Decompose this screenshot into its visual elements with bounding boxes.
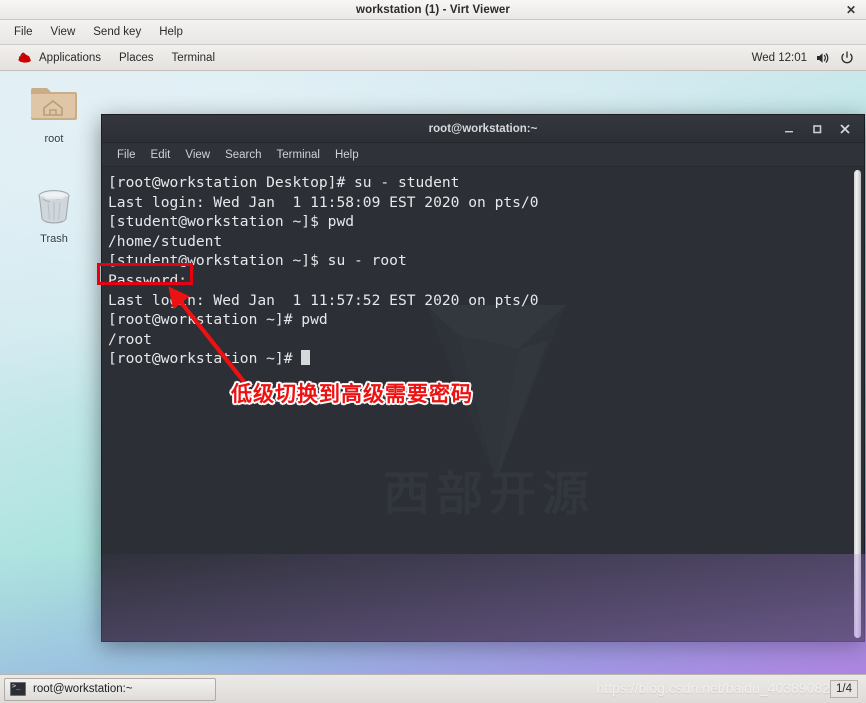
taskbar-window-button[interactable]: root@workstation:~ — [4, 677, 216, 701]
terminal-line: /root — [108, 330, 152, 348]
terminal-line: [root@workstation ~]# pwd — [108, 311, 328, 329]
terminal-menu[interactable]: Terminal — [164, 49, 223, 67]
applications-menu[interactable]: Applications — [8, 48, 109, 67]
terminal-menu-terminal[interactable]: Terminal — [270, 147, 327, 163]
terminal-title: root@workstation:~ — [428, 122, 538, 135]
page-watermark: https://blog.csdn.net/baidu_40389082 — [596, 680, 830, 696]
terminal-menu-search[interactable]: Search — [218, 147, 268, 163]
bottom-taskbar: root@workstation:~ https://blog.csdn.net… — [0, 674, 866, 703]
close-icon[interactable] — [838, 122, 852, 136]
menu-file[interactable]: File — [6, 23, 41, 41]
menu-help[interactable]: Help — [151, 23, 191, 41]
terminal-line: /home/student — [108, 232, 223, 250]
red-hat-logo-icon — [16, 51, 32, 64]
terminal-icon — [10, 682, 26, 696]
terminal-output[interactable]: [root@workstation Desktop]# su - student… — [102, 167, 864, 369]
terminal-body[interactable]: 西部开源 [root@workstation Desktop]# su - st… — [102, 167, 864, 641]
applications-label: Applications — [39, 51, 102, 64]
volume-icon[interactable] — [816, 51, 831, 65]
terminal-menu-file[interactable]: File — [110, 147, 143, 163]
desktop-area: root Trash root@workstation:~ File Edit … — [0, 71, 866, 674]
terminal-line: [student@workstation ~]$ su - root — [108, 252, 407, 270]
terminal-line: Last login: Wed Jan 1 11:57:52 EST 2020 … — [108, 291, 539, 309]
home-folder-icon — [17, 78, 91, 130]
virt-viewer-title: workstation (1) - Virt Viewer — [356, 3, 510, 16]
terminal-cursor — [301, 350, 311, 366]
terminal-menu-view[interactable]: View — [178, 147, 217, 163]
panel-clock[interactable]: Wed 12:01 — [752, 52, 807, 64]
virt-viewer-menubar: File View Send key Help — [0, 20, 866, 45]
gnome-top-panel: Applications Places Terminal Wed 12:01 — [0, 45, 866, 71]
terminal-line: Password: — [108, 271, 188, 289]
virt-viewer-titlebar: workstation (1) - Virt Viewer ✕ — [0, 0, 866, 20]
terminal-line: [student@workstation ~]$ pwd — [108, 213, 355, 231]
close-icon[interactable]: ✕ — [844, 3, 858, 17]
menu-view[interactable]: View — [43, 23, 84, 41]
terminal-titlebar[interactable]: root@workstation:~ — [102, 115, 864, 143]
desktop-icon-trash[interactable]: Trash — [17, 178, 91, 245]
terminal-line: Last login: Wed Jan 1 11:58:09 EST 2020 … — [108, 193, 539, 211]
minimize-icon[interactable] — [782, 122, 796, 136]
trash-can-icon — [17, 178, 91, 230]
desktop-icon-label: root — [44, 133, 64, 145]
menu-send-key[interactable]: Send key — [85, 23, 149, 41]
terminal-line: [root@workstation ~]# — [108, 350, 302, 368]
terminal-line: [root@workstation Desktop]# su - student — [108, 174, 460, 191]
terminal-menu-edit[interactable]: Edit — [144, 147, 178, 163]
desktop-icon-label: Trash — [40, 233, 68, 245]
terminal-menubar: File Edit View Search Terminal Help — [102, 143, 864, 167]
desktop-icon-root[interactable]: root — [17, 78, 91, 145]
screen: workstation (1) - Virt Viewer ✕ File Vie… — [0, 0, 866, 703]
power-icon[interactable] — [840, 50, 854, 65]
terminal-window: root@workstation:~ File Edit View Search… — [101, 114, 865, 642]
places-menu[interactable]: Places — [111, 49, 162, 67]
terminal-menu-help[interactable]: Help — [328, 147, 366, 163]
brand-watermark-text: 西部开源 — [383, 467, 595, 522]
workspace-indicator[interactable]: 1/4 — [830, 680, 858, 698]
taskbar-window-label: root@workstation:~ — [33, 683, 133, 695]
maximize-icon[interactable] — [810, 122, 824, 136]
